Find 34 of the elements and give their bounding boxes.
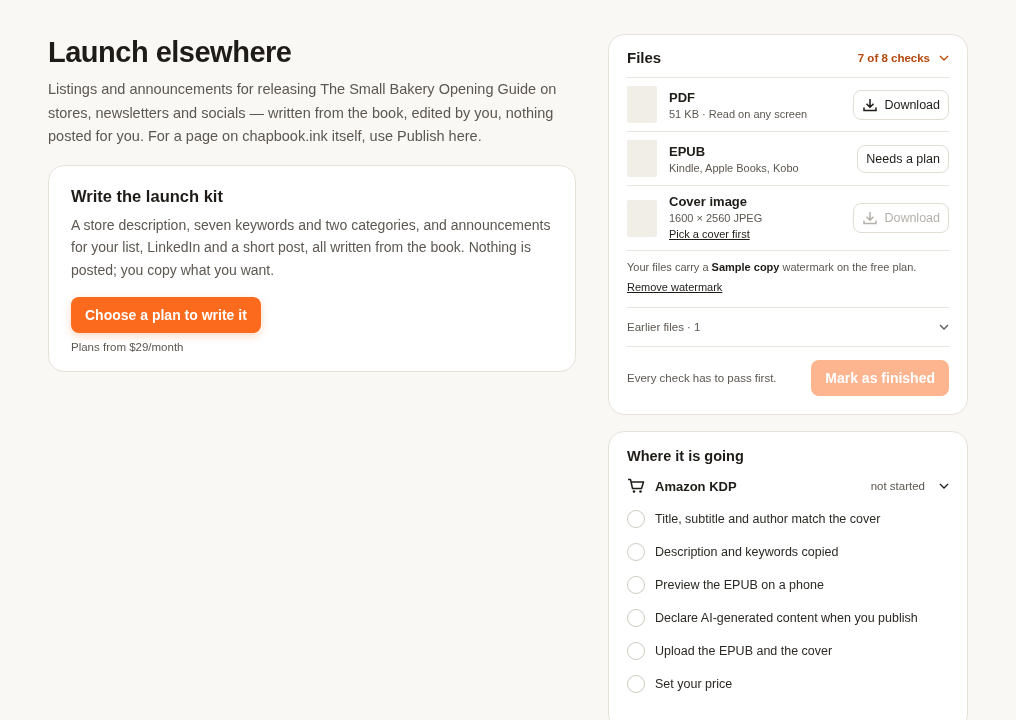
card-title: Files	[627, 49, 662, 66]
remove-watermark-link[interactable]: Remove watermark	[627, 281, 723, 293]
card-description: A store description, seven keywords and two categories, and announcements for your list, LinkedIn and a short post, all written from the book. Nothing is posted; you copy what you want.	[71, 215, 552, 280]
intro-text: Listings and announcements for releasing The Small Bakery Opening Guide on stores, newsletters and socials — written from the book, edited by you, nothing posted for you. For a page on chapbook.ink itself, use Publish here.	[48, 80, 558, 146]
pick-cover-link[interactable]: Pick a cover first	[669, 228, 750, 240]
cart-icon	[627, 478, 645, 494]
chevron-icon	[939, 324, 949, 330]
download-icon	[862, 210, 879, 226]
file-meta: 51 KB · Read on any screen	[669, 107, 809, 120]
earlier-files-toggle[interactable]: Earlier files · 1	[627, 308, 949, 347]
file-meta: Kindle, Apple Books, Kobo	[669, 161, 800, 174]
destination-toggle[interactable]: Amazon KDP not started	[627, 478, 949, 502]
finish-note: Every check has to pass first.	[627, 372, 777, 384]
card-title: Write the launch kit	[71, 186, 224, 206]
download-button[interactable]: Download	[853, 89, 949, 120]
checklist-label: Set your price	[655, 676, 733, 691]
checklist-label: Preview the EPUB on a phone	[655, 577, 824, 592]
plan-button[interactable]: Needs a plan	[857, 144, 949, 173]
file-name: EPUB	[669, 143, 707, 159]
card-title: Where it is going	[627, 448, 745, 464]
checklist-label: Description and keywords copied	[655, 544, 839, 559]
page-title: Launch elsewhere	[48, 35, 293, 70]
watermark-note: Your files carry a Sample copy watermark on the free plan.	[627, 261, 918, 273]
checklist-label: Title, subtitle and author match the cover	[655, 511, 881, 526]
checks-toggle[interactable]: 7 of 8 checks	[857, 51, 949, 64]
download-icon	[862, 96, 879, 113]
file-name: PDF	[669, 89, 696, 105]
checklist-label: Upload the EPUB and the cover	[655, 643, 833, 658]
chevron-icon	[939, 54, 949, 61]
checklist-label: Declare AI-generated content when you publish	[655, 610, 918, 625]
file-meta: 1600 × 2560 JPEG	[669, 212, 764, 224]
chevron-icon	[939, 483, 949, 489]
file-name: Cover image	[669, 194, 749, 209]
plans-note: Plans from $29/month	[71, 341, 185, 353]
